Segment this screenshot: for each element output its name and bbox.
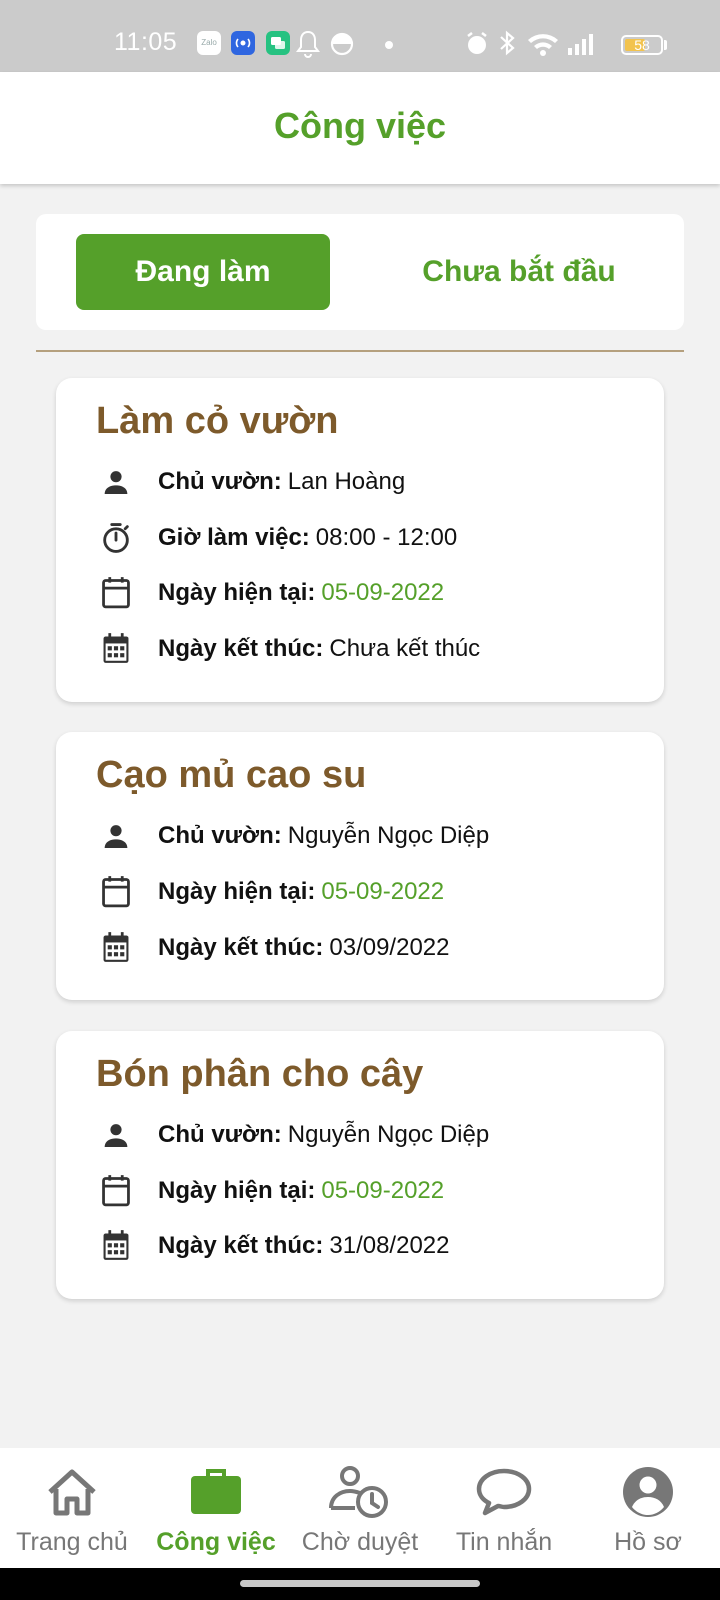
owner-label: Chủ vườn: [158,468,282,495]
current-date-value: 05-09-2022 [321,579,445,606]
bottom-navigation: Trang chủ Công việc Chờ duyệt Tin nhắn H… [0,1448,720,1568]
task-card[interactable]: Làm cỏ vườn Chủ vườn: Lan Hoàng Giờ làm … [56,378,664,702]
divider [36,350,684,352]
nav-tasks[interactable]: Công việc [144,1448,288,1568]
tab-in-progress[interactable]: Đang làm [76,234,330,310]
owner-row: Chủ vườn: Nguyễn Ngọc Diệp [96,1115,489,1155]
nav-home[interactable]: Trang chủ [0,1448,144,1568]
owner-value: Lan Hoàng [287,468,406,495]
broadcast-app-icon [231,31,255,55]
person-icon [96,816,136,856]
owner-value: Nguyễn Ngọc Diệp [287,1121,490,1148]
zalo-icon: Zalo [197,31,221,55]
gesture-bar [0,1568,720,1600]
nav-messages-label: Tin nhắn [455,1528,553,1556]
more-notifications-dot [385,41,393,49]
end-date-label: Ngày kết thúc: [158,1232,324,1259]
nav-profile[interactable]: Hồ sơ [576,1448,720,1568]
task-card[interactable]: Cạo mủ cao su Chủ vườn: Nguyễn Ngọc Diệp… [56,732,664,1000]
current-date-row: Ngày hiện tại: 05-09-2022 [96,1171,444,1211]
current-date-row: Ngày hiện tại: 05-09-2022 [96,573,444,613]
status-time: 11:05 [114,28,178,56]
work-hours-label: Giờ làm việc: [158,524,310,551]
account-circle-icon [576,1462,720,1522]
calendar-blank-icon [96,872,136,912]
bluetooth-icon [500,30,515,56]
dnd-icon [330,32,354,56]
current-date-label: Ngày hiện tại: [158,878,316,905]
battery-level: 58 [634,37,650,53]
end-date-label: Ngày kết thúc: [158,934,324,961]
task-title: Bón phân cho cây [96,1053,424,1095]
nav-pending[interactable]: Chờ duyệt [288,1448,432,1568]
bell-off-icon [296,30,320,58]
end-date-row: Ngày kết thúc: Chưa kết thúc [96,629,480,669]
tab-not-started[interactable]: Chưa bắt đầu [392,234,646,310]
owner-row: Chủ vườn: Nguyễn Ngọc Diệp [96,816,489,856]
end-date-value: 03/09/2022 [329,934,450,961]
work-hours-value: 08:00 - 12:00 [315,524,458,551]
work-hours-row: Giờ làm việc: 08:00 - 12:00 [96,518,457,558]
status-bar: 11:05 Zalo 58 [0,0,720,72]
alarm-icon [467,32,487,54]
end-date-row: Ngày kết thúc: 03/09/2022 [96,928,450,968]
calendar-icon [96,928,136,968]
current-date-label: Ngày hiện tại: [158,1177,316,1204]
nav-home-label: Trang chủ [16,1528,128,1556]
owner-label: Chủ vườn: [158,822,282,849]
chat-bubble-icon [432,1462,576,1522]
battery-nub [664,40,667,50]
end-date-value: 31/08/2022 [329,1232,450,1259]
wifi-icon [528,34,558,56]
current-date-value: 05-09-2022 [321,878,445,905]
nav-messages[interactable]: Tin nhắn [432,1448,576,1568]
timer-icon [96,518,136,558]
calendar-icon [96,1226,136,1266]
battery-icon: 58 [621,35,663,55]
briefcase-icon [144,1462,288,1522]
task-tabs: Đang làm Chưa bắt đầu [36,214,684,330]
calendar-blank-icon [96,1171,136,1211]
current-date-row: Ngày hiện tại: 05-09-2022 [96,872,444,912]
task-title: Cạo mủ cao su [96,754,367,796]
calendar-icon [96,629,136,669]
end-date-value: Chưa kết thúc [329,635,481,662]
home-icon [0,1462,144,1522]
owner-label: Chủ vườn: [158,1121,282,1148]
chat-app-icon [266,31,290,55]
calendar-blank-icon [96,573,136,613]
end-date-row: Ngày kết thúc: 31/08/2022 [96,1226,450,1266]
end-date-label: Ngày kết thúc: [158,635,324,662]
nav-profile-label: Hồ sơ [614,1528,682,1556]
home-gesture-handle[interactable] [240,1580,480,1587]
app-header: Công việc [0,72,720,184]
person-icon [96,462,136,502]
current-date-label: Ngày hiện tại: [158,579,316,606]
page-title: Công việc [273,105,447,146]
task-title: Làm cỏ vườn [96,400,339,442]
nav-pending-label: Chờ duyệt [301,1528,419,1556]
person-icon [96,1115,136,1155]
task-card[interactable]: Bón phân cho cây Chủ vườn: Nguyễn Ngọc D… [56,1031,664,1299]
current-date-value: 05-09-2022 [321,1177,445,1204]
user-clock-icon [288,1462,432,1522]
signal-icon [568,34,593,55]
owner-value: Nguyễn Ngọc Diệp [287,822,490,849]
nav-tasks-label: Công việc [156,1528,276,1556]
owner-row: Chủ vườn: Lan Hoàng [96,462,405,502]
